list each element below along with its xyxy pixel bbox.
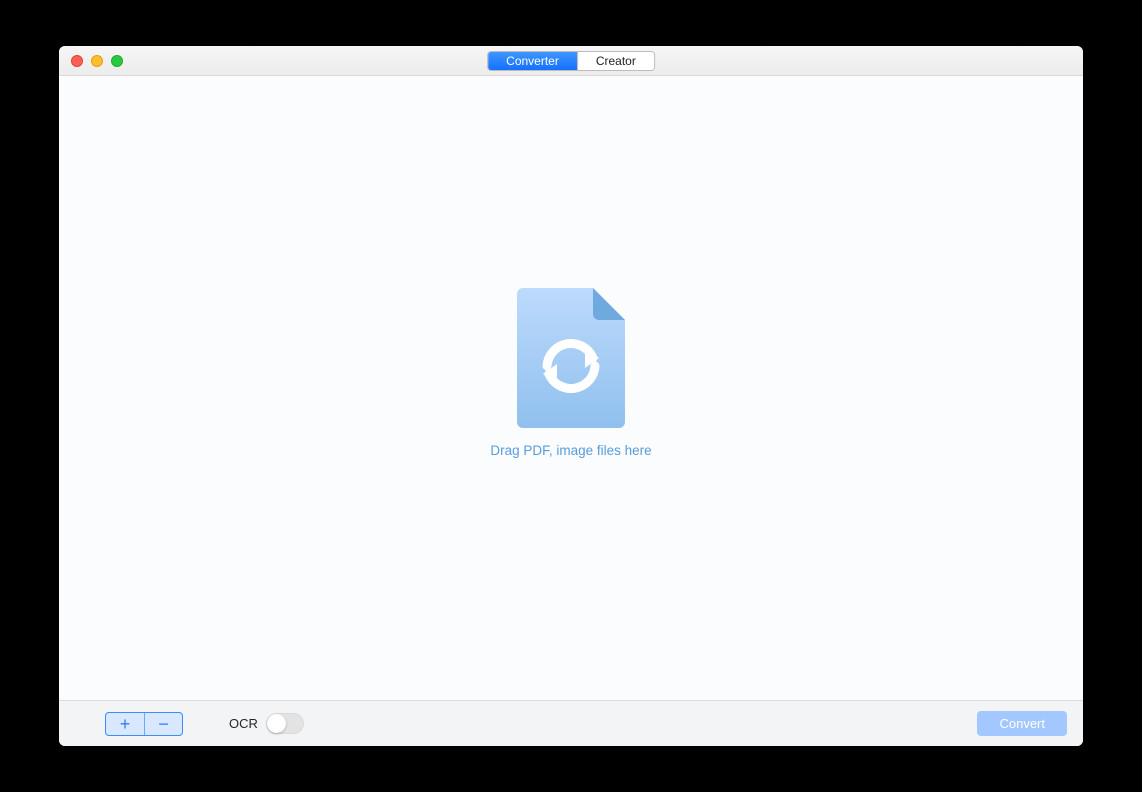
app-window: Converter Creator: [59, 46, 1083, 746]
toggle-knob: [267, 714, 286, 733]
bottom-toolbar: + − OCR Convert: [59, 700, 1083, 746]
add-button[interactable]: +: [106, 713, 144, 735]
file-convert-icon: [517, 288, 625, 433]
convert-button[interactable]: Convert: [977, 711, 1067, 736]
minimize-icon[interactable]: [91, 55, 103, 67]
close-icon[interactable]: [71, 55, 83, 67]
maximize-icon[interactable]: [111, 55, 123, 67]
mode-switcher: Converter Creator: [487, 51, 655, 71]
add-remove-group: + −: [105, 712, 183, 736]
ocr-label: OCR: [229, 716, 258, 731]
tab-creator[interactable]: Creator: [577, 52, 654, 70]
plus-icon: +: [120, 715, 131, 733]
window-controls: [71, 55, 123, 67]
drop-zone-label: Drag PDF, image files here: [490, 443, 651, 458]
titlebar: Converter Creator: [59, 46, 1083, 76]
tab-converter[interactable]: Converter: [488, 52, 577, 70]
remove-button[interactable]: −: [144, 713, 182, 735]
ocr-group: OCR: [229, 713, 304, 734]
drop-zone[interactable]: Drag PDF, image files here: [59, 76, 1083, 700]
ocr-toggle[interactable]: [266, 713, 304, 734]
minus-icon: −: [158, 715, 169, 733]
